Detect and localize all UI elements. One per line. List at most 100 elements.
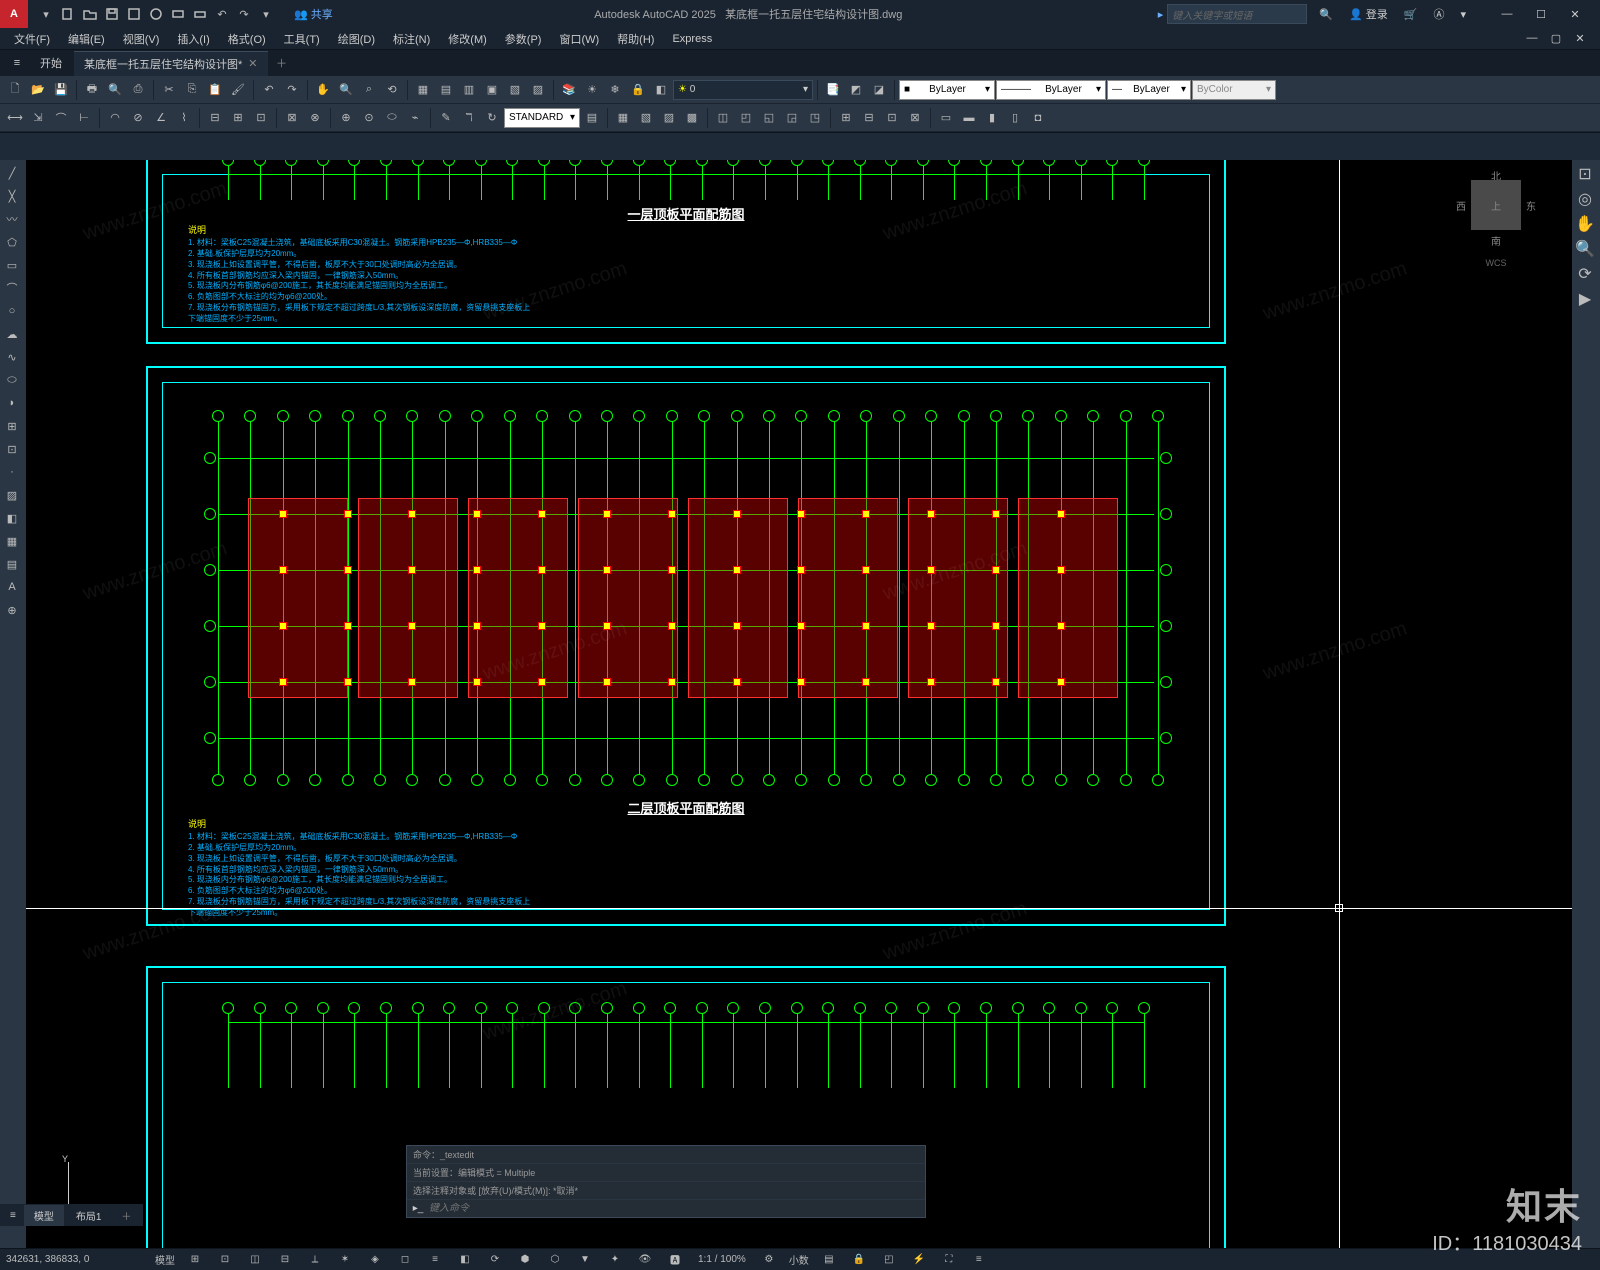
qat-dropdown-icon[interactable]: ▾ — [256, 4, 276, 24]
dim-jog-icon[interactable]: ⌇ — [173, 107, 195, 129]
viewcube-face[interactable]: 上 — [1471, 180, 1521, 230]
viewcube-wcs[interactable]: WCS — [1486, 258, 1507, 268]
t11-icon[interactable]: ⊟ — [858, 107, 880, 129]
polygon-icon[interactable]: ⬠ — [0, 231, 24, 253]
designcenter-icon[interactable]: ▤ — [435, 79, 457, 101]
open-icon[interactable]: 📂 — [27, 79, 49, 101]
qat-new-icon[interactable] — [58, 4, 78, 24]
make-block-icon[interactable]: ⊡ — [0, 438, 24, 460]
qat-undo-icon[interactable]: ↶ — [212, 4, 232, 24]
model-space-button[interactable]: 模型 — [154, 1251, 176, 1269]
dim-angular-icon[interactable]: ∠ — [150, 107, 172, 129]
sub-minimize-icon[interactable]: — — [1522, 32, 1542, 45]
gear-icon[interactable]: ⚙ — [758, 1251, 780, 1269]
tab-start[interactable]: 开始 — [30, 51, 72, 75]
xline-icon[interactable]: ╳ — [0, 185, 24, 207]
menu-parametric[interactable]: 参数(P) — [497, 29, 550, 49]
nav-zoom-icon[interactable]: 🔍 — [1572, 237, 1598, 261]
layer-sun-icon[interactable]: ☀ — [581, 79, 603, 101]
dimstyle-dropdown[interactable]: STANDARD▾ — [504, 108, 580, 128]
t7-icon[interactable]: ◱ — [758, 107, 780, 129]
match-icon[interactable]: 🖌 — [227, 79, 249, 101]
minimize-button[interactable]: — — [1490, 0, 1524, 28]
t1-icon[interactable]: ▦ — [612, 107, 634, 129]
3dosnap-icon[interactable]: ⬢ — [514, 1251, 536, 1269]
undo-icon[interactable]: ↶ — [258, 79, 280, 101]
t2-icon[interactable]: ▧ — [635, 107, 657, 129]
isodraft-icon[interactable]: ◈ — [364, 1251, 386, 1269]
help-search-input[interactable]: 键入关键字或短语 — [1167, 4, 1307, 24]
decimal-button[interactable]: 小数 — [788, 1251, 810, 1269]
dim-radius-icon[interactable]: ◠ — [104, 107, 126, 129]
menu-format[interactable]: 格式(O) — [220, 29, 274, 49]
tolerance-icon[interactable]: ⊕ — [335, 107, 357, 129]
qat-new-icon[interactable]: ▾ — [36, 4, 56, 24]
dyn-ucs-icon[interactable]: ⬡ — [544, 1251, 566, 1269]
close-button[interactable]: ✕ — [1558, 0, 1592, 28]
drawing-canvas[interactable]: 北 西 东 上 南 WCS 一层顶板平面配筋图 说明 1. 材料：梁板C25混凝… — [26, 160, 1572, 1248]
table-icon[interactable]: ▤ — [0, 553, 24, 575]
dim-tedit-icon[interactable]: ℸ — [458, 107, 480, 129]
dim-break-icon[interactable]: ⊗ — [304, 107, 326, 129]
layer-lock-icon[interactable]: 🔒 — [627, 79, 649, 101]
dim-continue-icon[interactable]: ⊡ — [250, 107, 272, 129]
share-button[interactable]: 👥 共享 — [288, 6, 339, 22]
t8-icon[interactable]: ◲ — [781, 107, 803, 129]
t4-icon[interactable]: ▩ — [681, 107, 703, 129]
menu-modify[interactable]: 修改(M) — [440, 29, 495, 49]
menu-file[interactable]: 文件(F) — [6, 29, 58, 49]
layer-dropdown[interactable]: ☀ 0 ▾ — [673, 80, 813, 100]
transparency-icon[interactable]: ◧ — [454, 1251, 476, 1269]
gradient-icon[interactable]: ◧ — [0, 507, 24, 529]
t16-icon[interactable]: ▮ — [981, 107, 1003, 129]
qat-print-icon[interactable] — [190, 4, 210, 24]
dim-arc-icon[interactable]: ⌒ — [50, 107, 72, 129]
zoom-level[interactable]: 1:1 / 100% — [694, 1254, 750, 1265]
nav-orbit-icon[interactable]: ⟳ — [1572, 262, 1598, 286]
menu-window[interactable]: 窗口(W) — [551, 29, 607, 49]
dim-edit-icon[interactable]: ✎ — [435, 107, 457, 129]
polyline-icon[interactable]: 〰 — [0, 208, 24, 230]
ellipse-arc-icon[interactable]: ◗ — [0, 392, 24, 414]
layout-add-button[interactable]: ＋ — [113, 1205, 139, 1226]
app-logo[interactable]: A — [0, 0, 28, 28]
dim-update-icon[interactable]: ↻ — [481, 107, 503, 129]
dim-diameter-icon[interactable]: ⊘ — [127, 107, 149, 129]
menu-dimension[interactable]: 标注(N) — [385, 29, 438, 49]
layer-freeze-icon[interactable]: ❄ — [604, 79, 626, 101]
lock-ui-icon[interactable]: 🔒 — [848, 1251, 870, 1269]
print-icon[interactable]: 🖶 — [81, 79, 103, 101]
selection-filter-icon[interactable]: ▼ — [574, 1251, 596, 1269]
new-tab-button[interactable]: ＋ — [270, 55, 294, 71]
grid-snap-icon[interactable]: ⊞ — [184, 1251, 206, 1269]
markup-icon[interactable]: ▧ — [504, 79, 526, 101]
t17-icon[interactable]: ▯ — [1004, 107, 1026, 129]
layer-color-icon[interactable]: ◧ — [650, 79, 672, 101]
hatch-icon[interactable]: ▨ — [0, 484, 24, 506]
t13-icon[interactable]: ⊠ — [904, 107, 926, 129]
cycling-icon[interactable]: ⟳ — [484, 1251, 506, 1269]
paste-icon[interactable]: 📋 — [204, 79, 226, 101]
t15-icon[interactable]: ▬ — [958, 107, 980, 129]
t3-icon[interactable]: ▨ — [658, 107, 680, 129]
autodesk-app-icon[interactable]: 🛒 — [1400, 6, 1422, 23]
quick-props-icon[interactable]: ▤ — [818, 1251, 840, 1269]
layout-model-tab[interactable]: 模型 — [24, 1205, 64, 1226]
insert-block-icon[interactable]: ⊞ — [0, 415, 24, 437]
linetype-dropdown[interactable]: ——— ByLayer▾ — [996, 80, 1106, 100]
zoom-realtime-icon[interactable]: 🔍 — [335, 79, 357, 101]
menu-tools[interactable]: 工具(T) — [276, 29, 328, 49]
sheet-set-icon[interactable]: ▣ — [481, 79, 503, 101]
layout-tabs-menu-icon[interactable]: ≡ — [4, 1210, 22, 1221]
save-icon[interactable]: 💾 — [50, 79, 72, 101]
t9-icon[interactable]: ◳ — [804, 107, 826, 129]
revcloud-icon[interactable]: ☁ — [0, 323, 24, 345]
qat-plot-icon[interactable] — [168, 4, 188, 24]
t5-icon[interactable]: ◫ — [712, 107, 734, 129]
qat-save-icon[interactable] — [102, 4, 122, 24]
t18-icon[interactable]: ◘ — [1027, 107, 1049, 129]
dynamic-input-icon[interactable]: ⊟ — [274, 1251, 296, 1269]
isolate-icon[interactable]: ◰ — [878, 1251, 900, 1269]
line-icon[interactable]: ╱ — [0, 162, 24, 184]
layer-props-icon[interactable]: 📚 — [558, 79, 580, 101]
